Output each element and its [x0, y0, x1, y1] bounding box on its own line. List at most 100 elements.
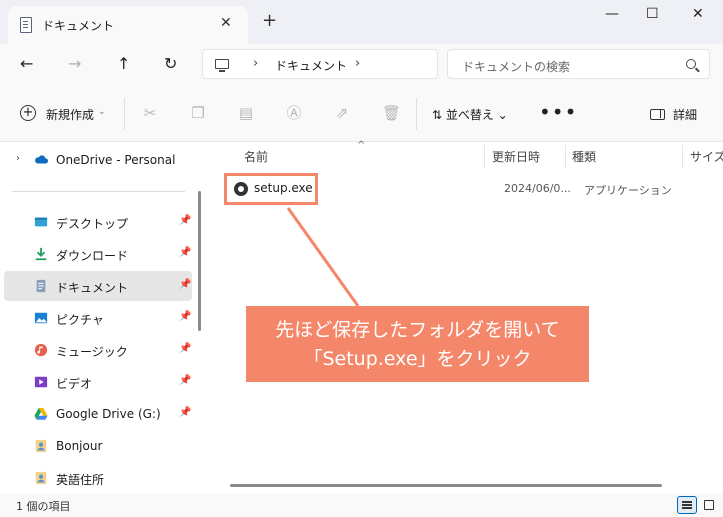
videos-icon	[34, 376, 48, 388]
copy-icon[interactable]: ❐	[190, 105, 206, 121]
sidebar-item-label: ビデオ	[56, 377, 93, 391]
cloud-icon	[35, 155, 48, 164]
list-view-icon	[682, 501, 692, 503]
new-tab-button[interactable]: +	[262, 12, 277, 30]
file-name: setup.exe	[254, 181, 313, 195]
more-options-button[interactable]: •••	[539, 100, 577, 124]
navigation-bar: ← → ↑ ↻ › ドキュメント › ドキュメントの検索	[0, 44, 723, 86]
desktop-icon	[34, 217, 48, 227]
sidebar-item-label: デスクトップ	[56, 217, 129, 231]
file-highlight-box[interactable]: setup.exe	[224, 173, 318, 205]
sidebar-item-english-address[interactable]: 英語住所	[4, 463, 192, 493]
share-icon[interactable]: ⇗	[334, 105, 350, 121]
sidebar-item-desktop[interactable]: デスクトップ 📌	[4, 207, 192, 237]
callout-line-2: 「Setup.exe」をクリック	[303, 348, 532, 370]
tab-close-icon[interactable]: ✕	[220, 15, 232, 31]
sidebar-item-label: ドキュメント	[56, 281, 129, 295]
column-header-modified[interactable]: 更新日時	[492, 148, 540, 165]
breadcrumb-documents[interactable]: ドキュメント	[275, 57, 347, 74]
sidebar-item-label: ミュージック	[56, 345, 128, 359]
chevron-down-icon: ⌄	[98, 107, 106, 117]
breadcrumb-separator[interactable]: ›	[253, 56, 258, 71]
maximize-button[interactable]: ☐	[646, 6, 659, 22]
column-header-type[interactable]: 種類	[572, 148, 596, 165]
instruction-callout: 先ほど保存したフォルダを開いて 「Setup.exe」をクリック	[246, 306, 589, 382]
rename-icon[interactable]: Ⓐ	[286, 105, 302, 121]
search-box[interactable]: ドキュメントの検索	[447, 49, 710, 79]
tiles-view-icon	[704, 500, 714, 510]
tiles-view-button[interactable]	[700, 496, 720, 514]
documents-icon	[36, 279, 46, 293]
column-header-name[interactable]: 名前	[244, 148, 268, 165]
folder-user-icon	[35, 439, 47, 453]
column-divider[interactable]	[682, 145, 683, 169]
delete-icon[interactable]: 🗑	[382, 105, 401, 121]
address-bar[interactable]: › ドキュメント ›	[202, 49, 438, 79]
sidebar-scrollbar[interactable]	[198, 191, 201, 331]
pictures-icon	[34, 312, 48, 324]
command-bar: + 新規作成 ⌄ ✂ ❐ ▤ Ⓐ ⇗ 🗑 ⇅ 並べ替え ⌄ ••• 詳細	[0, 86, 723, 142]
sidebar-item-pictures[interactable]: ピクチャ 📌	[4, 303, 192, 333]
documents-icon	[20, 17, 32, 33]
expand-chevron-icon[interactable]: ›	[16, 153, 20, 164]
toolbar-divider	[416, 98, 417, 130]
sidebar-item-label: ピクチャ	[56, 313, 104, 327]
search-icon	[686, 59, 696, 69]
sidebar-item-downloads[interactable]: ダウンロード 📌	[4, 239, 192, 269]
paste-icon[interactable]: ▤	[238, 105, 254, 121]
sidebar-item-onedrive[interactable]: › OneDrive - Personal	[4, 145, 192, 175]
sidebar-item-label: 英語住所	[56, 473, 105, 487]
file-row-setup[interactable]: setup.exe 2024/06/0... アプリケーション	[224, 173, 723, 205]
refresh-button[interactable]: ↻	[164, 54, 177, 73]
pin-icon: 📌	[179, 215, 192, 226]
details-label: 詳細	[673, 108, 698, 122]
new-label: 新規作成	[46, 108, 95, 122]
pin-icon: 📌	[179, 279, 192, 290]
plus-icon: +	[20, 105, 36, 121]
setup-app-icon	[234, 182, 248, 196]
forward-button[interactable]: →	[68, 54, 81, 73]
status-bar: 1 個の項目	[0, 493, 723, 517]
horizontal-scrollbar[interactable]	[230, 484, 662, 487]
back-button[interactable]: ←	[20, 54, 33, 73]
pin-icon: 📌	[179, 343, 192, 354]
pin-icon: 📌	[179, 375, 192, 386]
close-button[interactable]: ✕	[692, 6, 704, 22]
sidebar-item-label: Google Drive (G:)	[56, 407, 161, 421]
sort-indicator-icon: ^	[357, 140, 366, 151]
minimize-button[interactable]: —	[605, 6, 619, 22]
search-placeholder: ドキュメントの検索	[462, 60, 571, 74]
music-icon	[34, 343, 48, 357]
up-button[interactable]: ↑	[117, 54, 130, 73]
column-divider[interactable]	[565, 145, 566, 169]
pin-icon: 📌	[179, 311, 192, 322]
item-count: 1 個の項目	[16, 500, 71, 513]
column-divider[interactable]	[484, 145, 485, 169]
navigation-pane: › OneDrive - Personal デスクトップ 📌 ダウンロード 📌 …	[0, 143, 202, 493]
breadcrumb-chevron[interactable]: ›	[355, 56, 360, 71]
details-pane-icon	[650, 109, 665, 120]
sort-button[interactable]: ⇅ 並べ替え ⌄	[432, 106, 508, 123]
details-pane-button[interactable]: 詳細	[650, 106, 697, 123]
sidebar-item-music[interactable]: ミュージック 📌	[4, 335, 192, 365]
sidebar-item-google-drive[interactable]: Google Drive (G:) 📌	[4, 399, 192, 429]
sidebar-item-documents[interactable]: ドキュメント 📌	[4, 271, 192, 301]
pin-icon: 📌	[179, 407, 192, 418]
sidebar-item-label: Bonjour	[56, 439, 103, 453]
sidebar-item-videos[interactable]: ビデオ 📌	[4, 367, 192, 397]
tab-title: ドキュメント	[42, 19, 115, 33]
sidebar-item-label: OneDrive - Personal	[56, 153, 176, 167]
this-pc-icon	[215, 59, 229, 72]
callout-line-1: 先ほど保存したフォルダを開いて	[275, 319, 560, 341]
pin-icon: 📌	[179, 247, 192, 258]
sidebar-item-bonjour[interactable]: Bonjour	[4, 431, 192, 461]
tab-documents[interactable]: ドキュメント ✕	[8, 6, 248, 44]
file-modified-date: 2024/06/0...	[504, 182, 571, 195]
title-bar: ドキュメント ✕ + — ☐ ✕	[0, 0, 723, 44]
details-view-button[interactable]	[677, 496, 697, 514]
cut-icon[interactable]: ✂	[142, 105, 158, 121]
download-icon	[35, 247, 47, 261]
column-header-size[interactable]: サイズ	[690, 148, 723, 165]
file-type: アプリケーション	[584, 184, 672, 197]
toolbar-divider	[124, 98, 125, 130]
